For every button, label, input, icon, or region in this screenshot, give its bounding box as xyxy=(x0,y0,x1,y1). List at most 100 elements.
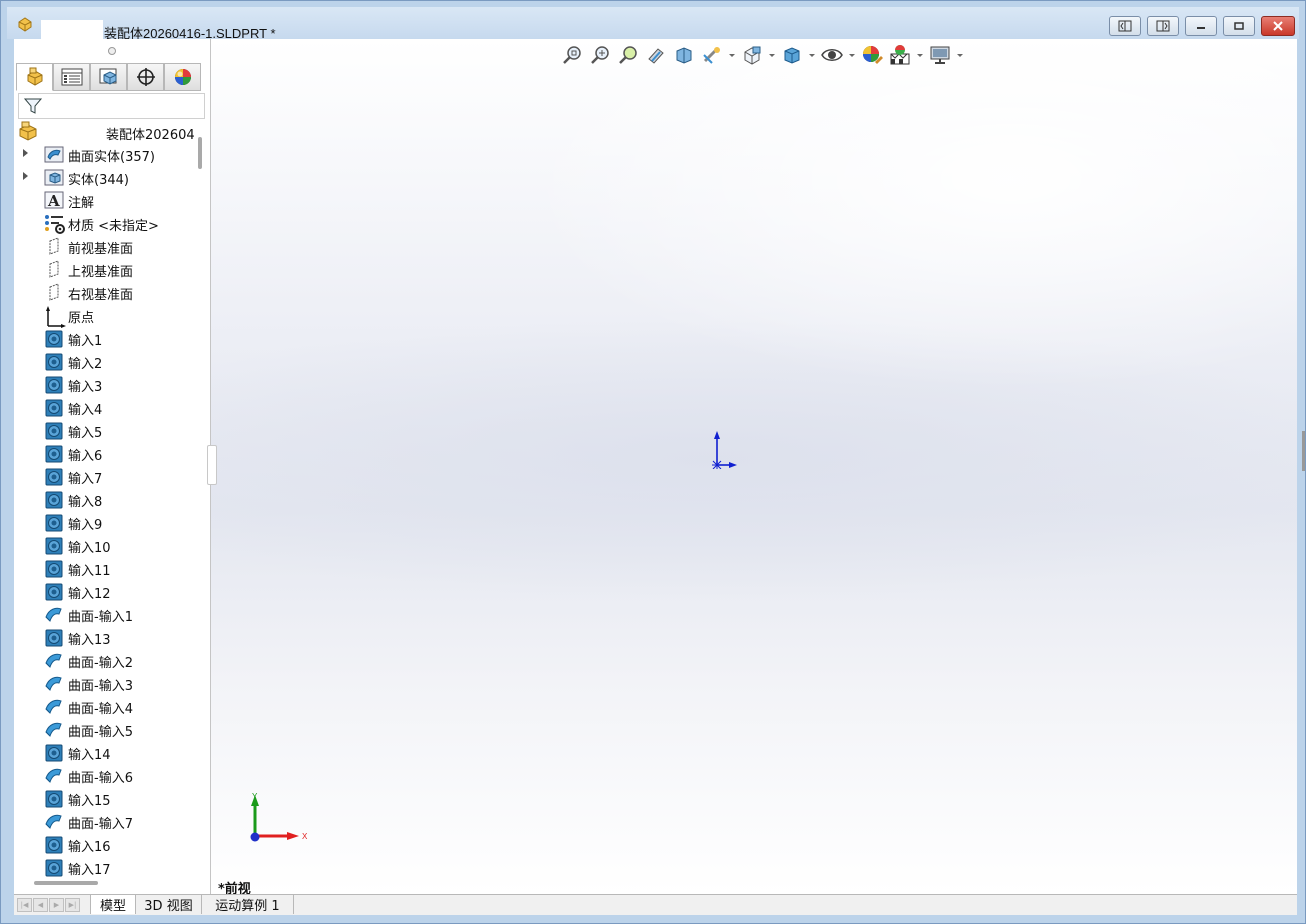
tree-item-label: 输入9 xyxy=(68,518,103,533)
expand-arrow-icon[interactable] xyxy=(23,149,28,157)
tree-item[interactable]: 输入5 xyxy=(14,419,200,441)
tab-next-arrow-icon[interactable]: ▶ xyxy=(49,898,64,912)
tab-first-arrow-icon[interactable]: |◀ xyxy=(17,898,32,912)
section-view-icon[interactable] xyxy=(645,44,667,66)
panel-splitter-grip[interactable] xyxy=(108,47,116,55)
chevron-down-icon[interactable] xyxy=(957,44,963,66)
chevron-down-icon[interactable] xyxy=(849,44,855,66)
imported-surface-icon xyxy=(44,674,64,692)
plane-icon xyxy=(44,237,64,255)
tree-item[interactable]: 输入1 xyxy=(14,327,200,349)
tree-item[interactable]: 实体(344) xyxy=(14,166,200,188)
tree-item[interactable]: 输入15 xyxy=(14,787,200,809)
triad-x-arrow xyxy=(287,832,299,840)
tree-item-label: 输入5 xyxy=(68,426,103,441)
panel-collapse-handle[interactable] xyxy=(207,445,217,485)
zoom-to-fit-icon[interactable] xyxy=(561,44,583,66)
tree-item[interactable]: 前视基准面 xyxy=(14,235,200,257)
imported-surface-icon xyxy=(44,720,64,738)
display-style-icon[interactable] xyxy=(781,44,803,66)
tab-3d-view[interactable]: 3D 视图 xyxy=(136,895,202,914)
tree-item[interactable]: 输入11 xyxy=(14,557,200,579)
tree-item[interactable]: 输入8 xyxy=(14,488,200,510)
assembly-part-icon xyxy=(19,121,37,141)
imported-body-icon xyxy=(44,421,64,440)
imported-body-icon xyxy=(44,444,64,463)
tree-item[interactable]: 输入16 xyxy=(14,833,200,855)
apply-scene-icon[interactable] xyxy=(889,44,911,66)
chevron-down-icon[interactable] xyxy=(769,44,775,66)
minimize-icon xyxy=(1197,27,1205,29)
hide-show-items-icon[interactable] xyxy=(821,44,843,66)
tree-item[interactable]: 曲面-输入6 xyxy=(14,764,200,786)
chevron-down-icon[interactable] xyxy=(809,44,815,66)
manager-tabs xyxy=(16,63,206,93)
tree-item[interactable]: 输入12 xyxy=(14,580,200,602)
tree-item[interactable]: 输入3 xyxy=(14,373,200,395)
tab-model[interactable]: 模型 xyxy=(90,895,136,914)
right-splitter-handle[interactable] xyxy=(1302,431,1305,471)
tree-item[interactable]: 输入10 xyxy=(14,534,200,556)
imported-surface-icon xyxy=(44,651,64,669)
tree-item-label: 材质 <未指定> xyxy=(68,219,159,234)
tree-item[interactable]: 曲面-输入5 xyxy=(14,718,200,740)
tree-vertical-scrollbar[interactable] xyxy=(198,137,202,169)
tree-horizontal-scrollbar[interactable] xyxy=(34,881,98,885)
tree-item[interactable]: 曲面-输入1 xyxy=(14,603,200,625)
tree-item[interactable]: 曲面-输入3 xyxy=(14,672,200,694)
tree-item[interactable]: 输入17 xyxy=(14,856,200,878)
graphics-viewport[interactable]: Y X *前视 xyxy=(207,39,1297,897)
tree-item-label: 输入12 xyxy=(68,587,111,602)
title-bar[interactable]: 装配体20260416-1.SLDPRT * xyxy=(7,7,1299,41)
edit-appearance-icon[interactable] xyxy=(861,44,883,66)
tree-item[interactable]: 输入2 xyxy=(14,350,200,372)
tree-item[interactable]: 材质 <未指定> xyxy=(14,212,200,234)
tab-display-manager[interactable] xyxy=(164,63,201,91)
tree-item[interactable]: 曲面-输入7 xyxy=(14,810,200,832)
dynamic-annotation-view-icon[interactable] xyxy=(673,44,695,66)
tile-left-button[interactable] xyxy=(1109,16,1141,36)
close-button[interactable] xyxy=(1261,16,1295,36)
chevron-down-icon[interactable] xyxy=(729,44,735,66)
tree-item[interactable]: A 注解 xyxy=(14,189,200,211)
tree-item[interactable]: 上视基准面 xyxy=(14,258,200,280)
tree-item[interactable]: 输入4 xyxy=(14,396,200,418)
tree-item[interactable]: 曲面实体(357) xyxy=(14,143,200,165)
tree-filter-bar[interactable] xyxy=(18,93,205,119)
tile-right-button[interactable] xyxy=(1147,16,1179,36)
close-icon xyxy=(1273,21,1283,31)
tree-item[interactable]: 曲面-输入4 xyxy=(14,695,200,717)
tree-item[interactable]: 右视基准面 xyxy=(14,281,200,303)
tree-item[interactable]: 输入9 xyxy=(14,511,200,533)
tab-prev-arrow-icon[interactable]: ◀ xyxy=(33,898,48,912)
view-orientation-icon[interactable] xyxy=(741,44,763,66)
chevron-down-icon[interactable] xyxy=(917,44,923,66)
tree-item[interactable]: 输入6 xyxy=(14,442,200,464)
tab-motion-study-1[interactable]: 运动算例 1 xyxy=(202,895,294,914)
zoom-to-area-icon[interactable] xyxy=(589,44,611,66)
tree-item-label: 输入16 xyxy=(68,840,111,855)
view-sketch-icon[interactable] xyxy=(701,44,723,66)
tree-item-label: 输入17 xyxy=(68,863,111,878)
plane-icon xyxy=(44,260,64,278)
filter-funnel-icon[interactable] xyxy=(23,96,43,116)
tree-item[interactable]: 曲面-输入2 xyxy=(14,649,200,671)
tab-configurationmanager[interactable] xyxy=(90,63,127,91)
tab-featuremanager[interactable] xyxy=(16,63,53,91)
tree-item[interactable]: 原点 xyxy=(14,304,200,328)
tree-item[interactable]: 输入13 xyxy=(14,626,200,648)
tab-dimxpert[interactable] xyxy=(127,63,164,91)
tree-root-part[interactable]: 装配体202604 xyxy=(18,121,198,143)
tree-item[interactable]: 输入14 xyxy=(14,741,200,763)
tree-item-label: 上视基准面 xyxy=(68,265,134,280)
minimize-button[interactable] xyxy=(1185,16,1217,36)
tab-last-arrow-icon[interactable]: ▶| xyxy=(65,898,80,912)
previous-view-icon[interactable] xyxy=(617,44,639,66)
expand-arrow-icon[interactable] xyxy=(23,172,28,180)
view-settings-icon[interactable] xyxy=(929,44,951,66)
tree-item[interactable]: 输入7 xyxy=(14,465,200,487)
tree-item-label: 输入3 xyxy=(68,380,103,395)
tab-propertymanager[interactable] xyxy=(53,63,90,91)
restore-button[interactable] xyxy=(1223,16,1255,36)
assembly-tree-icon xyxy=(27,67,42,86)
